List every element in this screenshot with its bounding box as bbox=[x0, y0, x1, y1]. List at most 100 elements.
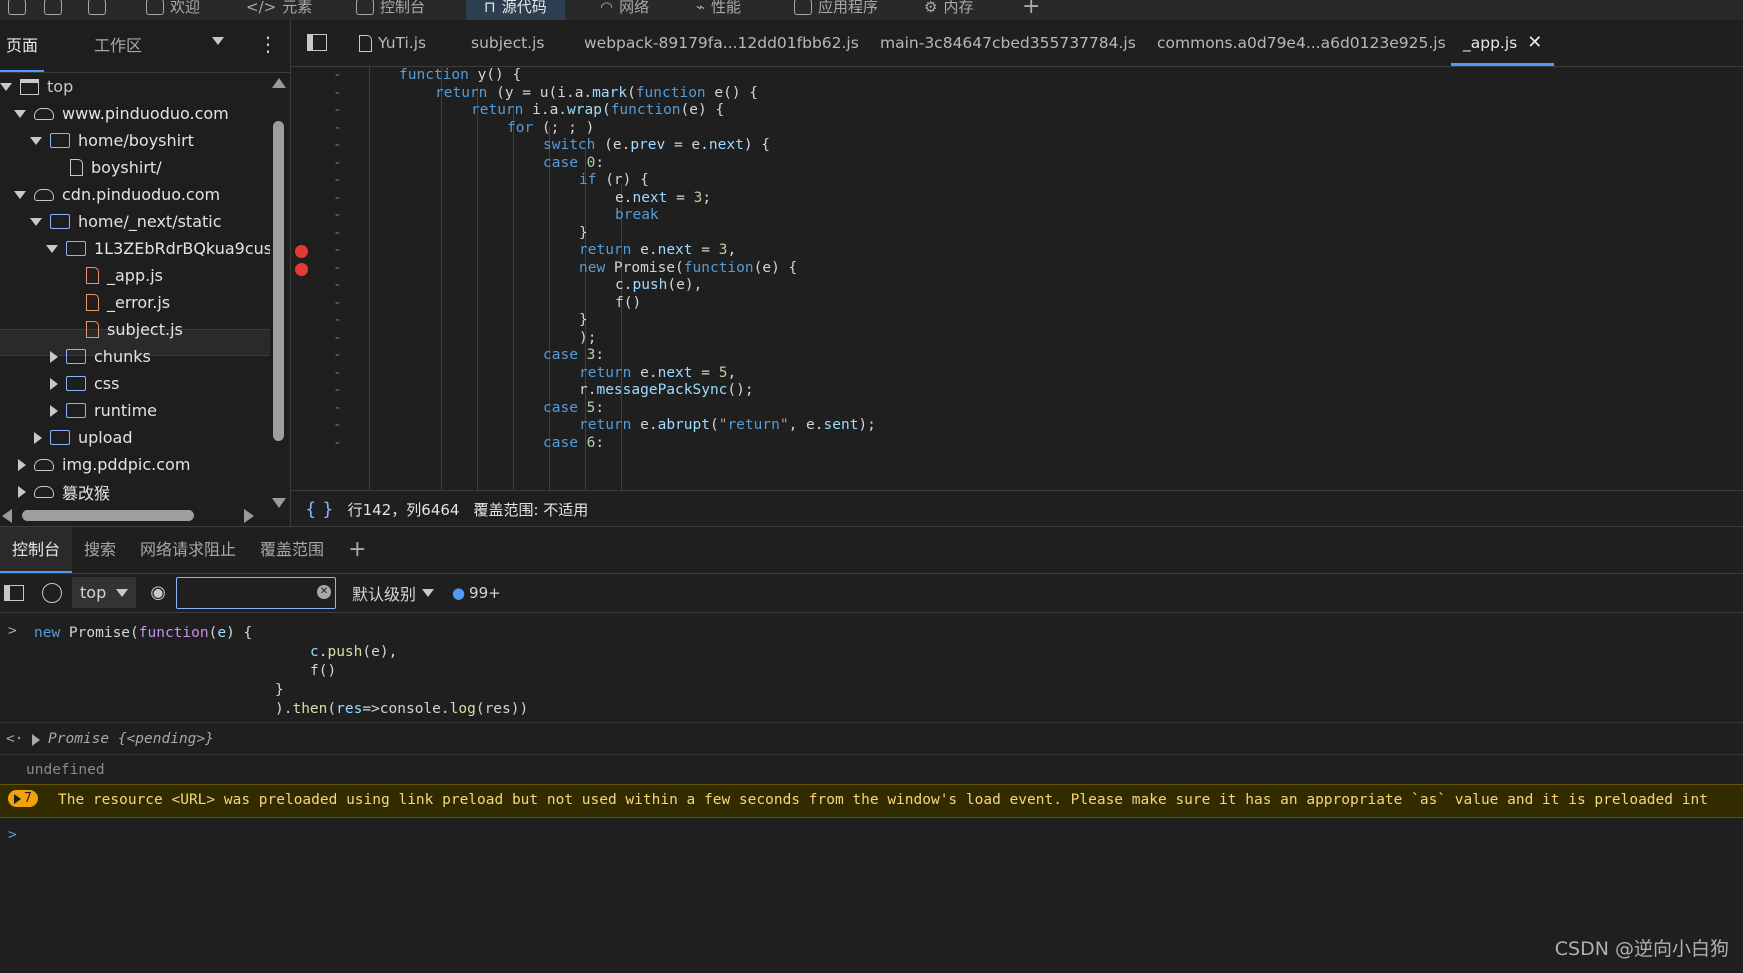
issues-counter[interactable]: ● 99+ bbox=[452, 584, 501, 602]
tab-page[interactable]: 页面 bbox=[0, 20, 45, 72]
tab-welcome[interactable]: 欢迎 bbox=[146, 0, 200, 20]
collapse-arrow-icon[interactable] bbox=[18, 458, 26, 471]
tab-application[interactable]: 应用程序 bbox=[794, 0, 878, 20]
gutter-marker[interactable]: - bbox=[333, 189, 342, 208]
gutter-marker[interactable]: - bbox=[333, 101, 342, 120]
scroll-left-arrow-icon[interactable] bbox=[2, 509, 12, 523]
tab-elements[interactable]: </> 元素 bbox=[246, 0, 312, 20]
gutter-marker[interactable]: - bbox=[333, 171, 342, 190]
gutter-marker[interactable]: - bbox=[333, 346, 342, 365]
tab-memory[interactable]: ⚙ 内存 bbox=[924, 0, 973, 20]
scrollbar-thumb[interactable] bbox=[22, 510, 194, 521]
scroll-right-arrow-icon[interactable] bbox=[244, 509, 254, 523]
code-line[interactable]: - switch (e.prev = e.next) { bbox=[291, 136, 1743, 155]
breakpoint-icon[interactable] bbox=[295, 245, 308, 258]
gutter-marker[interactable]: - bbox=[333, 119, 342, 138]
gutter-marker[interactable]: - bbox=[333, 434, 342, 453]
tree-node-domain[interactable]: img.pddpic.com bbox=[18, 451, 190, 478]
drawer-tab-coverage[interactable]: 覆盖范围 bbox=[248, 527, 336, 573]
gutter-marker[interactable]: - bbox=[333, 294, 342, 313]
expand-arrow-icon[interactable] bbox=[30, 217, 42, 226]
code-line[interactable]: - for (; ; ) bbox=[291, 119, 1743, 138]
clear-filter-icon[interactable]: ✕ bbox=[316, 584, 331, 599]
gutter-marker[interactable]: - bbox=[333, 224, 342, 243]
tree-node-domain[interactable]: cdn.pinduoduo.com bbox=[14, 181, 220, 208]
editor-tab-active[interactable]: _app.js ✕ bbox=[1451, 20, 1555, 66]
expand-arrow-icon[interactable] bbox=[30, 136, 42, 145]
gutter-marker[interactable]: - bbox=[333, 311, 342, 330]
promise-result[interactable]: Promise {<pending>} bbox=[32, 730, 214, 749]
code-line[interactable]: - if (r) { bbox=[291, 171, 1743, 190]
code-line[interactable]: - case 6: bbox=[291, 434, 1743, 453]
dock-icon[interactable] bbox=[88, 0, 106, 20]
warning-message-row[interactable]: 7 The resource <URL> was preloaded using… bbox=[0, 784, 1743, 818]
device-toolbar-icon[interactable] bbox=[44, 0, 62, 20]
tree-node-folder[interactable]: runtime bbox=[50, 397, 157, 424]
live-expression-eye-icon[interactable]: ◉ bbox=[150, 582, 166, 603]
tree-node-domain[interactable]: 篡改猴 bbox=[18, 478, 110, 505]
console-prompt-icon[interactable]: > bbox=[8, 826, 17, 845]
expand-arrow-icon[interactable] bbox=[14, 109, 26, 118]
code-line[interactable]: - e.next = 3; bbox=[291, 189, 1743, 208]
code-line[interactable]: - return (y = u(i.a.mark(function e() { bbox=[291, 84, 1743, 103]
pretty-print-icon[interactable]: { } bbox=[305, 499, 334, 520]
scrollbar-thumb[interactable] bbox=[273, 121, 284, 441]
toggle-navigator-icon[interactable] bbox=[307, 34, 327, 51]
horizontal-scrollbar[interactable] bbox=[0, 507, 270, 523]
warning-count-badge[interactable]: 7 bbox=[8, 790, 38, 807]
add-tab-icon[interactable]: + bbox=[1022, 0, 1040, 20]
tree-node-top[interactable]: top bbox=[0, 73, 73, 100]
expand-arrow-icon[interactable] bbox=[32, 733, 40, 746]
expand-arrow-icon[interactable] bbox=[14, 190, 26, 199]
code-line[interactable]: -} bbox=[291, 311, 1743, 330]
breakpoint-icon[interactable] bbox=[295, 262, 308, 276]
gutter-marker[interactable]: - bbox=[333, 329, 342, 348]
gutter-marker[interactable]: - bbox=[333, 154, 342, 173]
gutter-marker[interactable]: - bbox=[333, 206, 342, 225]
tree-node-folder[interactable]: chunks bbox=[50, 343, 151, 370]
tree-node-file[interactable]: boyshirt/ bbox=[70, 154, 162, 181]
tree-node-domain[interactable]: www.pinduoduo.com bbox=[14, 100, 229, 127]
expand-arrow-icon[interactable] bbox=[0, 82, 12, 91]
context-selector[interactable]: top bbox=[72, 577, 137, 608]
more-options-icon[interactable]: ⋮ bbox=[258, 32, 278, 56]
code-line[interactable]: -} bbox=[291, 224, 1743, 243]
gutter-marker[interactable]: - bbox=[333, 84, 342, 103]
collapse-arrow-icon[interactable] bbox=[34, 431, 42, 444]
gutter-marker[interactable]: - bbox=[333, 381, 342, 400]
tree-node-file[interactable]: subject.js bbox=[86, 316, 183, 343]
code-line[interactable]: - return e.abrupt("return", e.sent); bbox=[291, 416, 1743, 435]
tab-workspace[interactable]: 工作区 bbox=[88, 20, 148, 72]
console-output[interactable]: > new Promise(function(e) { c.push(e), f… bbox=[0, 614, 1743, 973]
add-drawer-tab-icon[interactable]: + bbox=[336, 527, 378, 573]
tree-node-file-selected[interactable]: _app.js bbox=[86, 262, 163, 289]
expand-arrow-icon[interactable] bbox=[46, 244, 58, 253]
gutter-marker[interactable]: - bbox=[333, 416, 342, 435]
drawer-tab-console[interactable]: 控制台 bbox=[0, 527, 73, 573]
tree-node-folder[interactable]: css bbox=[50, 370, 119, 397]
editor-tab[interactable]: main-3c84647cbed355737784.js bbox=[880, 20, 1136, 66]
gutter-marker[interactable]: - bbox=[333, 399, 342, 418]
tab-console[interactable]: 控制台 bbox=[356, 0, 425, 20]
sidebar-toggle-icon[interactable] bbox=[4, 584, 24, 601]
collapse-arrow-icon[interactable] bbox=[50, 404, 58, 417]
code-line[interactable]: - new Promise(function(e) { bbox=[291, 259, 1743, 278]
console-filter-input[interactable]: ✕ bbox=[175, 576, 336, 609]
code-line[interactable]: - case 0: bbox=[291, 154, 1743, 173]
code-line[interactable]: - case 3: bbox=[291, 346, 1743, 365]
tree-node-file[interactable]: _error.js bbox=[86, 289, 170, 316]
inspect-element-icon[interactable] bbox=[8, 0, 26, 20]
collapse-arrow-icon[interactable] bbox=[50, 377, 58, 390]
gutter-marker[interactable]: - bbox=[333, 241, 342, 260]
code-line[interactable]: - return i.a.wrap(function(e) { bbox=[291, 101, 1743, 120]
editor-tab[interactable]: YuTi.js bbox=[359, 20, 426, 66]
tree-node-folder[interactable]: 1L3ZEbRdrBQkua9cush8 bbox=[46, 235, 270, 262]
scroll-down-arrow-icon[interactable] bbox=[272, 498, 286, 508]
code-line[interactable]: - c.push(e), bbox=[291, 276, 1743, 295]
more-tabs-chevron-icon[interactable] bbox=[212, 37, 224, 45]
gutter-marker[interactable]: - bbox=[333, 136, 342, 155]
gutter-marker[interactable]: - bbox=[333, 259, 342, 278]
tree-node-folder[interactable]: home/boyshirt bbox=[30, 127, 194, 154]
code-line[interactable]: - case 5: bbox=[291, 399, 1743, 418]
drawer-tab-request-blocking[interactable]: 网络请求阻止 bbox=[128, 527, 248, 573]
